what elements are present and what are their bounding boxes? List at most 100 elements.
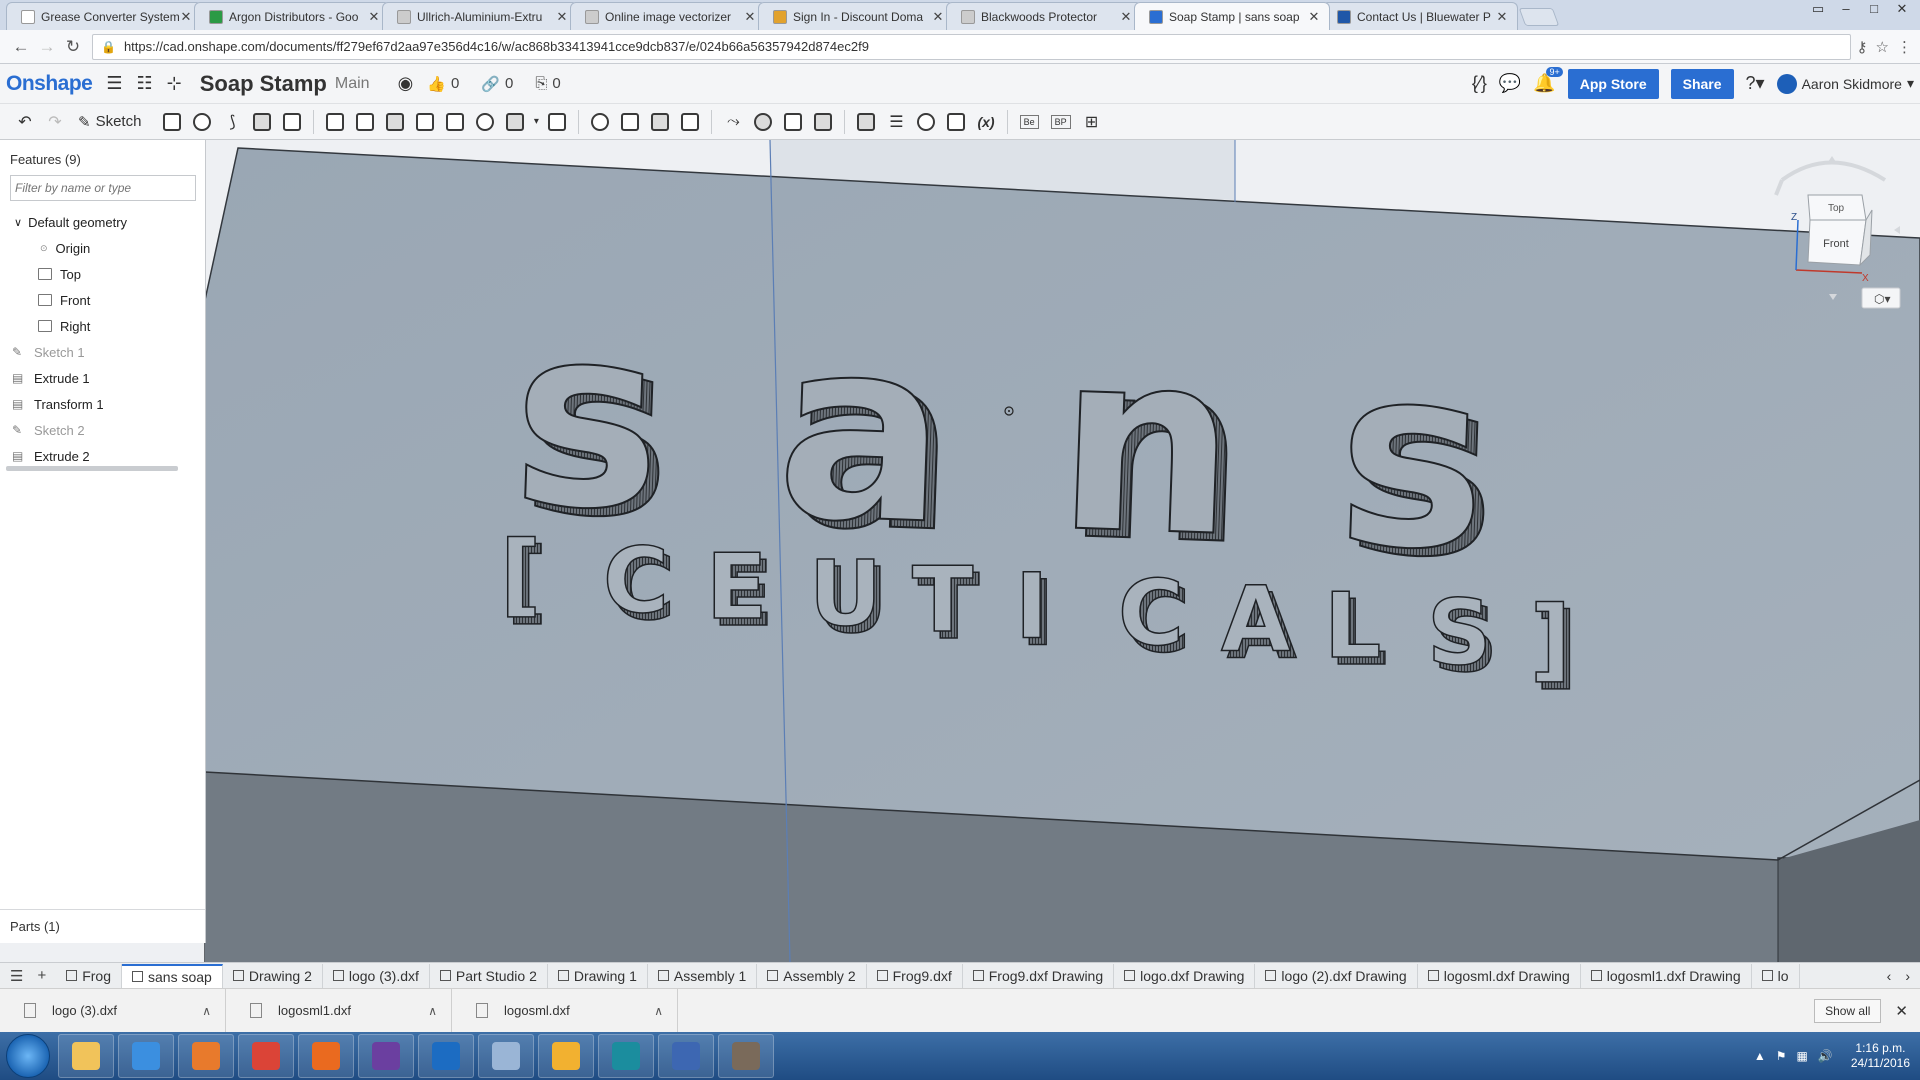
start-button[interactable] [6, 1034, 50, 1078]
internet-explorer-icon[interactable] [118, 1034, 174, 1078]
variable-studio-icon[interactable]: {⁄} [1472, 73, 1487, 94]
close-tab-icon[interactable]: ✕ [555, 9, 569, 25]
scroll-right-icon[interactable]: › [1905, 968, 1910, 984]
minimize-icon[interactable]: – [1832, 0, 1860, 20]
user-profile-icon[interactable]: ▭ [1804, 0, 1832, 20]
chevron-down-icon[interactable]: ∨ [14, 216, 22, 229]
sweep-icon[interactable]: ⟆ [217, 109, 247, 135]
download-item[interactable]: logo (3).dxf ∧ [0, 988, 226, 1033]
share-button[interactable]: Share [1670, 68, 1734, 99]
menu-icon[interactable]: ⋮ [1897, 38, 1912, 56]
helix-icon[interactable]: ☰ [881, 109, 911, 135]
element-tab[interactable]: Assembly 2 [757, 963, 867, 988]
delete-face-icon[interactable] [748, 109, 778, 135]
shell-icon[interactable] [440, 109, 470, 135]
element-tab[interactable]: logo (3).dxf [323, 963, 430, 988]
dropdown-icon[interactable]: ▾ [530, 109, 542, 135]
close-tab-icon[interactable]: ✕ [1307, 9, 1321, 25]
feature-item[interactable]: ▤ Extrude 1 [0, 365, 205, 391]
bookmark-star-icon[interactable]: ☆ [1876, 38, 1889, 56]
close-tab-icon[interactable]: ✕ [931, 9, 945, 25]
plane-node[interactable]: Right [0, 313, 205, 339]
chevron-up-icon[interactable]: ∧ [654, 1004, 663, 1018]
outlook-icon[interactable] [418, 1034, 474, 1078]
default-geometry-node[interactable]: ∨ Default geometry [0, 209, 205, 235]
browser-tab[interactable]: Ullrich-Aluminium-Extru ✕ [382, 2, 578, 30]
feature-item[interactable]: ▤ Transform 1 [0, 391, 205, 417]
mirror-icon[interactable] [542, 109, 572, 135]
close-tab-icon[interactable]: ✕ [367, 9, 381, 25]
reload-icon[interactable]: ↻ [60, 37, 86, 57]
element-tab[interactable]: logosml.dxf Drawing [1418, 963, 1581, 988]
browser-tab[interactable]: Online image vectorizer ✕ [570, 2, 766, 30]
user-menu[interactable]: Aaron Skidmore ▾ [1776, 73, 1914, 94]
chevron-up-icon[interactable]: ∧ [428, 1004, 437, 1018]
thicken-icon[interactable] [277, 109, 307, 135]
workspace-name[interactable]: Main [335, 75, 370, 93]
download-item[interactable]: logosml1.dxf ∧ [226, 988, 452, 1033]
visual-studio-icon[interactable] [358, 1034, 414, 1078]
new-tab-button[interactable] [1518, 8, 1560, 26]
panel-scrollbar[interactable] [6, 466, 178, 471]
back-arrow-icon[interactable]: ← [8, 37, 34, 57]
tools-icon[interactable] [478, 1034, 534, 1078]
element-tab[interactable]: Frog9.dxf [867, 963, 963, 988]
close-tab-icon[interactable]: ✕ [179, 9, 193, 25]
browser-tab[interactable]: Contact Us | Bluewater P ✕ [1322, 2, 1518, 30]
variable-button[interactable]: (x) [971, 114, 1000, 130]
gimp-icon[interactable] [718, 1034, 774, 1078]
forward-arrow-icon[interactable]: → [34, 37, 60, 57]
move-face-icon[interactable] [778, 109, 808, 135]
delete-part-icon[interactable] [675, 109, 705, 135]
url-input[interactable]: 🔒 https://cad.onshape.com/documents/ff27… [92, 33, 1851, 60]
feature-item[interactable]: ✎ Sketch 1 [0, 339, 205, 365]
transform-icon[interactable] [645, 109, 675, 135]
pattern-icon[interactable] [500, 109, 530, 135]
element-tab[interactable]: sans soap [122, 963, 223, 988]
element-tab[interactable]: Frog9.dxf Drawing [963, 963, 1115, 988]
show-all-downloads-button[interactable]: Show all [1814, 998, 1882, 1023]
element-tab[interactable]: Frog [56, 963, 123, 988]
notification-bell-icon[interactable]: 🔔 9+ [1533, 67, 1563, 94]
feature-list-icon[interactable]: ☷ [137, 73, 153, 94]
plane-node[interactable]: Top [0, 261, 205, 287]
modify-fillet-icon[interactable]: ⤳ [718, 109, 748, 135]
volume-icon[interactable]: 🔊 [1818, 1049, 1833, 1063]
browser-tab[interactable]: Grease Converter System ✕ [6, 2, 202, 30]
bp-feature-button[interactable]: BP [1050, 114, 1071, 129]
extrude-icon[interactable] [157, 109, 187, 135]
link-counter[interactable]: 🔗 0 [481, 75, 513, 93]
files-icon[interactable] [538, 1034, 594, 1078]
sheet-metal-icon[interactable] [941, 109, 971, 135]
rib-icon[interactable] [410, 109, 440, 135]
close-tab-icon[interactable]: ✕ [1119, 9, 1133, 25]
hole-icon[interactable] [470, 109, 500, 135]
eb-app-icon[interactable] [598, 1034, 654, 1078]
chrome-icon[interactable] [238, 1034, 294, 1078]
network-icon[interactable]: ▦ [1797, 1049, 1808, 1063]
mate-connector-icon[interactable] [911, 109, 941, 135]
close-icon[interactable]: ✕ [1888, 0, 1916, 20]
add-custom-feature-icon[interactable]: ⊞ [1077, 109, 1107, 135]
app-badge-icon[interactable] [298, 1034, 354, 1078]
replace-face-icon[interactable] [808, 109, 838, 135]
like-counter[interactable]: 👍 0 [427, 75, 459, 93]
copy-counter[interactable]: ⎘ 0 [535, 75, 560, 92]
element-tab[interactable]: Drawing 2 [223, 963, 323, 988]
comment-icon[interactable]: 💬 [1499, 73, 1521, 94]
app-store-button[interactable]: App Store [1567, 68, 1659, 99]
split-icon[interactable] [615, 109, 645, 135]
parts-list-header[interactable]: Parts (1) [0, 909, 205, 943]
pc-app-icon[interactable] [658, 1034, 714, 1078]
boolean-icon[interactable] [585, 109, 615, 135]
help-icon[interactable]: ?▾ [1746, 73, 1765, 94]
explorer-icon[interactable] [58, 1034, 114, 1078]
add-tab-icon[interactable]: + [37, 967, 46, 985]
close-tab-icon[interactable]: ✕ [743, 9, 757, 25]
redo-icon[interactable]: ↷ [40, 109, 70, 135]
undo-icon[interactable]: ↶ [10, 109, 40, 135]
tray-expand-icon[interactable]: ▲ [1754, 1049, 1766, 1063]
browser-tab[interactable]: Sign In - Discount Doma ✕ [758, 2, 954, 30]
element-tab[interactable]: lo [1752, 963, 1800, 988]
element-tab[interactable]: Drawing 1 [548, 963, 648, 988]
